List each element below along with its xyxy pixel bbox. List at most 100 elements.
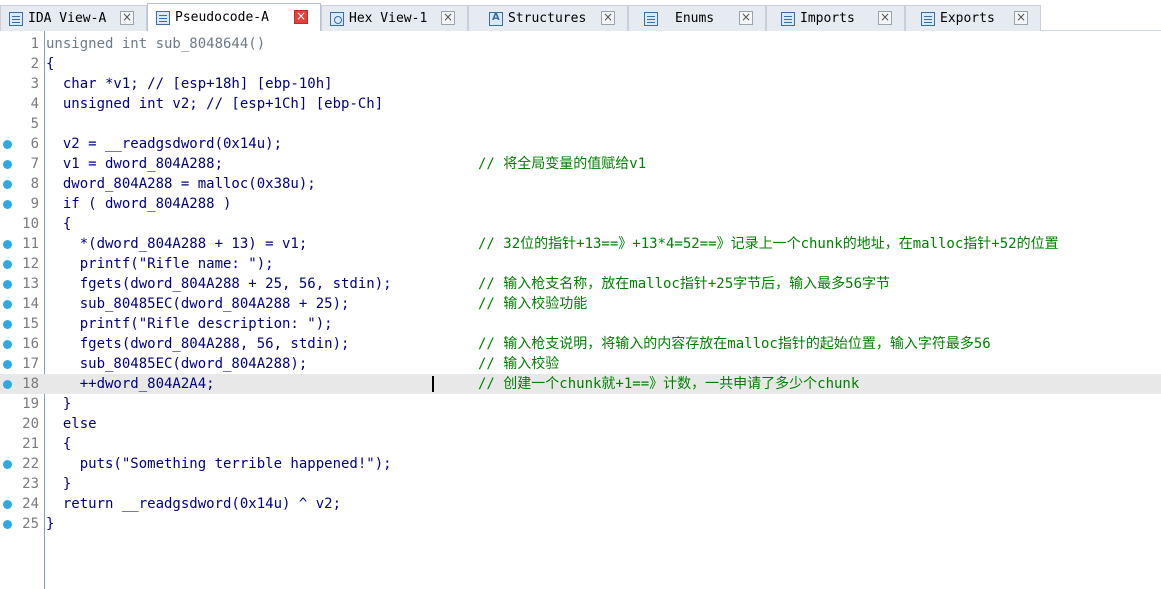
- breakpoint-dot-icon[interactable]: [3, 260, 12, 269]
- tab-label: Imports: [800, 11, 855, 26]
- code-line[interactable]: 10 {: [0, 214, 1161, 234]
- code-line[interactable]: 7 v1 = dword_804A288; // 将全局变量的值赋给v1: [0, 154, 1161, 174]
- code-line[interactable]: 6 v2 = __readgsdword(0x14u);: [0, 134, 1161, 154]
- code-line[interactable]: 13 fgets(dword_804A288 + 25, 56, stdin);…: [0, 274, 1161, 294]
- code-comment[interactable]: // 输入枪支说明，将输入的内容存放在malloc指针的起始位置，输入字符最多5…: [478, 334, 991, 354]
- code-text[interactable]: puts("Something terrible happened!");: [46, 454, 392, 474]
- code-comment[interactable]: // 输入校验: [478, 354, 559, 374]
- line-number: 1: [30, 36, 39, 52]
- code-text[interactable]: sub_80485EC(dword_804A288);: [46, 354, 308, 374]
- code-text[interactable]: {: [46, 434, 71, 454]
- code-line[interactable]: 5: [0, 114, 1161, 134]
- code-text[interactable]: printf("Rifle name: ");: [46, 254, 274, 274]
- close-icon[interactable]: ×: [441, 11, 455, 25]
- code-line[interactable]: 9 if ( dword_804A288 ): [0, 194, 1161, 214]
- line-number: 3: [30, 76, 39, 92]
- code-text[interactable]: *(dword_804A288 + 13) = v1;: [46, 234, 308, 254]
- code-line[interactable]: 12 printf("Rifle name: ");: [0, 254, 1161, 274]
- code-text[interactable]: if ( dword_804A288 ): [46, 194, 232, 214]
- code-line[interactable]: 19 }: [0, 394, 1161, 414]
- breakpoint-dot-icon[interactable]: [3, 180, 12, 189]
- code-text[interactable]: {: [46, 214, 71, 234]
- code-text[interactable]: ++dword_804A2A4;: [46, 374, 215, 394]
- line-number: 13: [22, 276, 39, 292]
- code-text[interactable]: char *v1; // [esp+18h] [ebp-10h]: [46, 74, 333, 94]
- code-line[interactable]: 3 char *v1; // [esp+18h] [ebp-10h]: [0, 74, 1161, 94]
- breakpoint-dot-icon[interactable]: [3, 140, 12, 149]
- code-line[interactable]: 15 printf("Rifle description: ");: [0, 314, 1161, 334]
- code-line[interactable]: 14 sub_80485EC(dword_804A288 + 25); // 输入…: [0, 294, 1161, 314]
- code-text[interactable]: printf("Rifle description: ");: [46, 314, 333, 334]
- code-line[interactable]: 21 {: [0, 434, 1161, 454]
- code-text[interactable]: unsigned int v2; // [esp+1Ch] [ebp-Ch]: [46, 94, 383, 114]
- close-icon[interactable]: ×: [1014, 11, 1028, 25]
- tab-enums[interactable]: Enums ×: [628, 5, 766, 31]
- tab-structures[interactable]: Structures ×: [468, 5, 628, 31]
- code-line[interactable]: 20 else: [0, 414, 1161, 434]
- tab-ida-view-a[interactable]: IDA View-A ×: [0, 5, 147, 31]
- code-comment[interactable]: // 输入枪支名称，放在malloc指针+25字节后，输入最多56字节: [478, 274, 890, 294]
- code-text[interactable]: fgets(dword_804A288 + 25, 56, stdin);: [46, 274, 392, 294]
- code-line[interactable]: 25}: [0, 514, 1161, 534]
- line-number: 14: [22, 296, 39, 312]
- code-text[interactable]: unsigned int sub_8048644(): [46, 34, 265, 54]
- breakpoint-dot-icon[interactable]: [3, 240, 12, 249]
- code-line[interactable]: 11 *(dword_804A288 + 13) = v1; // 32位的指针+…: [0, 234, 1161, 254]
- breakpoint-dot-icon[interactable]: [3, 500, 12, 509]
- close-icon[interactable]: ×: [878, 11, 892, 25]
- code-text[interactable]: {: [46, 54, 54, 74]
- breakpoint-dot-icon[interactable]: [3, 380, 12, 389]
- code-text[interactable]: v2 = __readgsdword(0x14u);: [46, 134, 282, 154]
- code-text[interactable]: sub_80485EC(dword_804A288 + 25);: [46, 294, 350, 314]
- code-line[interactable]: 16 fgets(dword_804A288, 56, stdin); // 输入…: [0, 334, 1161, 354]
- breakpoint-dot-icon[interactable]: [3, 280, 12, 289]
- code-text[interactable]: }: [46, 474, 71, 494]
- code-line[interactable]: 22 puts("Something terrible happened!");: [0, 454, 1161, 474]
- code-text[interactable]: }: [46, 514, 54, 534]
- code-comment[interactable]: // 创建一个chunk就+1==》计数，一共申请了多少个chunk: [478, 374, 859, 394]
- close-icon[interactable]: ×: [601, 11, 615, 25]
- pseudocode-editor[interactable]: 1 unsigned int sub_8048644() 2{3 char *v1;…: [0, 31, 1161, 589]
- tab-hex-view-1[interactable]: Hex View-1 ×: [321, 5, 468, 31]
- imports-icon: [781, 11, 795, 26]
- tab-label: Exports: [940, 11, 995, 26]
- line-number: 6: [30, 136, 39, 152]
- line-number: 15: [22, 316, 39, 332]
- code-line[interactable]: 8 dword_804A288 = malloc(0x38u);: [0, 174, 1161, 194]
- code-comment[interactable]: // 32位的指针+13==》+13*4=52==》记录上一个chunk的地址，…: [478, 234, 1059, 254]
- breakpoint-dot-icon[interactable]: [3, 520, 12, 529]
- breakpoint-dot-icon[interactable]: [3, 320, 12, 329]
- code-comment[interactable]: // 将全局变量的值赋给v1: [478, 154, 646, 174]
- code-line[interactable]: 18 ++dword_804A2A4; // 创建一个chunk就+1==》计数，…: [0, 374, 1161, 394]
- hex-icon: [330, 11, 344, 26]
- code-text[interactable]: fgets(dword_804A288, 56, stdin);: [46, 334, 350, 354]
- close-icon[interactable]: ×: [294, 10, 308, 24]
- breakpoint-dot-icon[interactable]: [3, 360, 12, 369]
- breakpoint-dot-icon[interactable]: [3, 200, 12, 209]
- tab-label: Structures: [508, 11, 587, 26]
- code-text[interactable]: return __readgsdword(0x14u) ^ v2;: [46, 494, 341, 514]
- code-line[interactable]: 23 }: [0, 474, 1161, 494]
- code-text[interactable]: v1 = dword_804A288;: [46, 154, 223, 174]
- code-text[interactable]: dword_804A288 = malloc(0x38u);: [46, 174, 316, 194]
- code-comment[interactable]: // 输入校验功能: [478, 294, 587, 314]
- code-line[interactable]: 24 return __readgsdword(0x14u) ^ v2;: [0, 494, 1161, 514]
- line-number: 21: [22, 436, 39, 452]
- code-line[interactable]: 1 unsigned int sub_8048644(): [0, 34, 1161, 54]
- breakpoint-dot-icon[interactable]: [3, 460, 12, 469]
- close-icon[interactable]: ×: [739, 11, 753, 25]
- tab-pseudocode-a[interactable]: Pseudocode-A ×: [147, 3, 321, 31]
- breakpoint-dot-icon[interactable]: [3, 340, 12, 349]
- code-text[interactable]: }: [46, 394, 71, 414]
- code-line[interactable]: 4 unsigned int v2; // [esp+1Ch] [ebp-Ch]: [0, 94, 1161, 114]
- breakpoint-dot-icon[interactable]: [3, 160, 12, 169]
- tab-imports[interactable]: Imports ×: [766, 5, 905, 31]
- tab-exports[interactable]: Exports ×: [905, 5, 1041, 31]
- code-line[interactable]: 17 sub_80485EC(dword_804A288); // 输入校验: [0, 354, 1161, 374]
- line-number: 9: [30, 196, 39, 212]
- code-text[interactable]: else: [46, 414, 97, 434]
- breakpoint-dot-icon[interactable]: [3, 300, 12, 309]
- code-line[interactable]: 2{: [0, 54, 1161, 74]
- close-icon[interactable]: ×: [120, 11, 134, 25]
- exports-icon: [921, 11, 935, 26]
